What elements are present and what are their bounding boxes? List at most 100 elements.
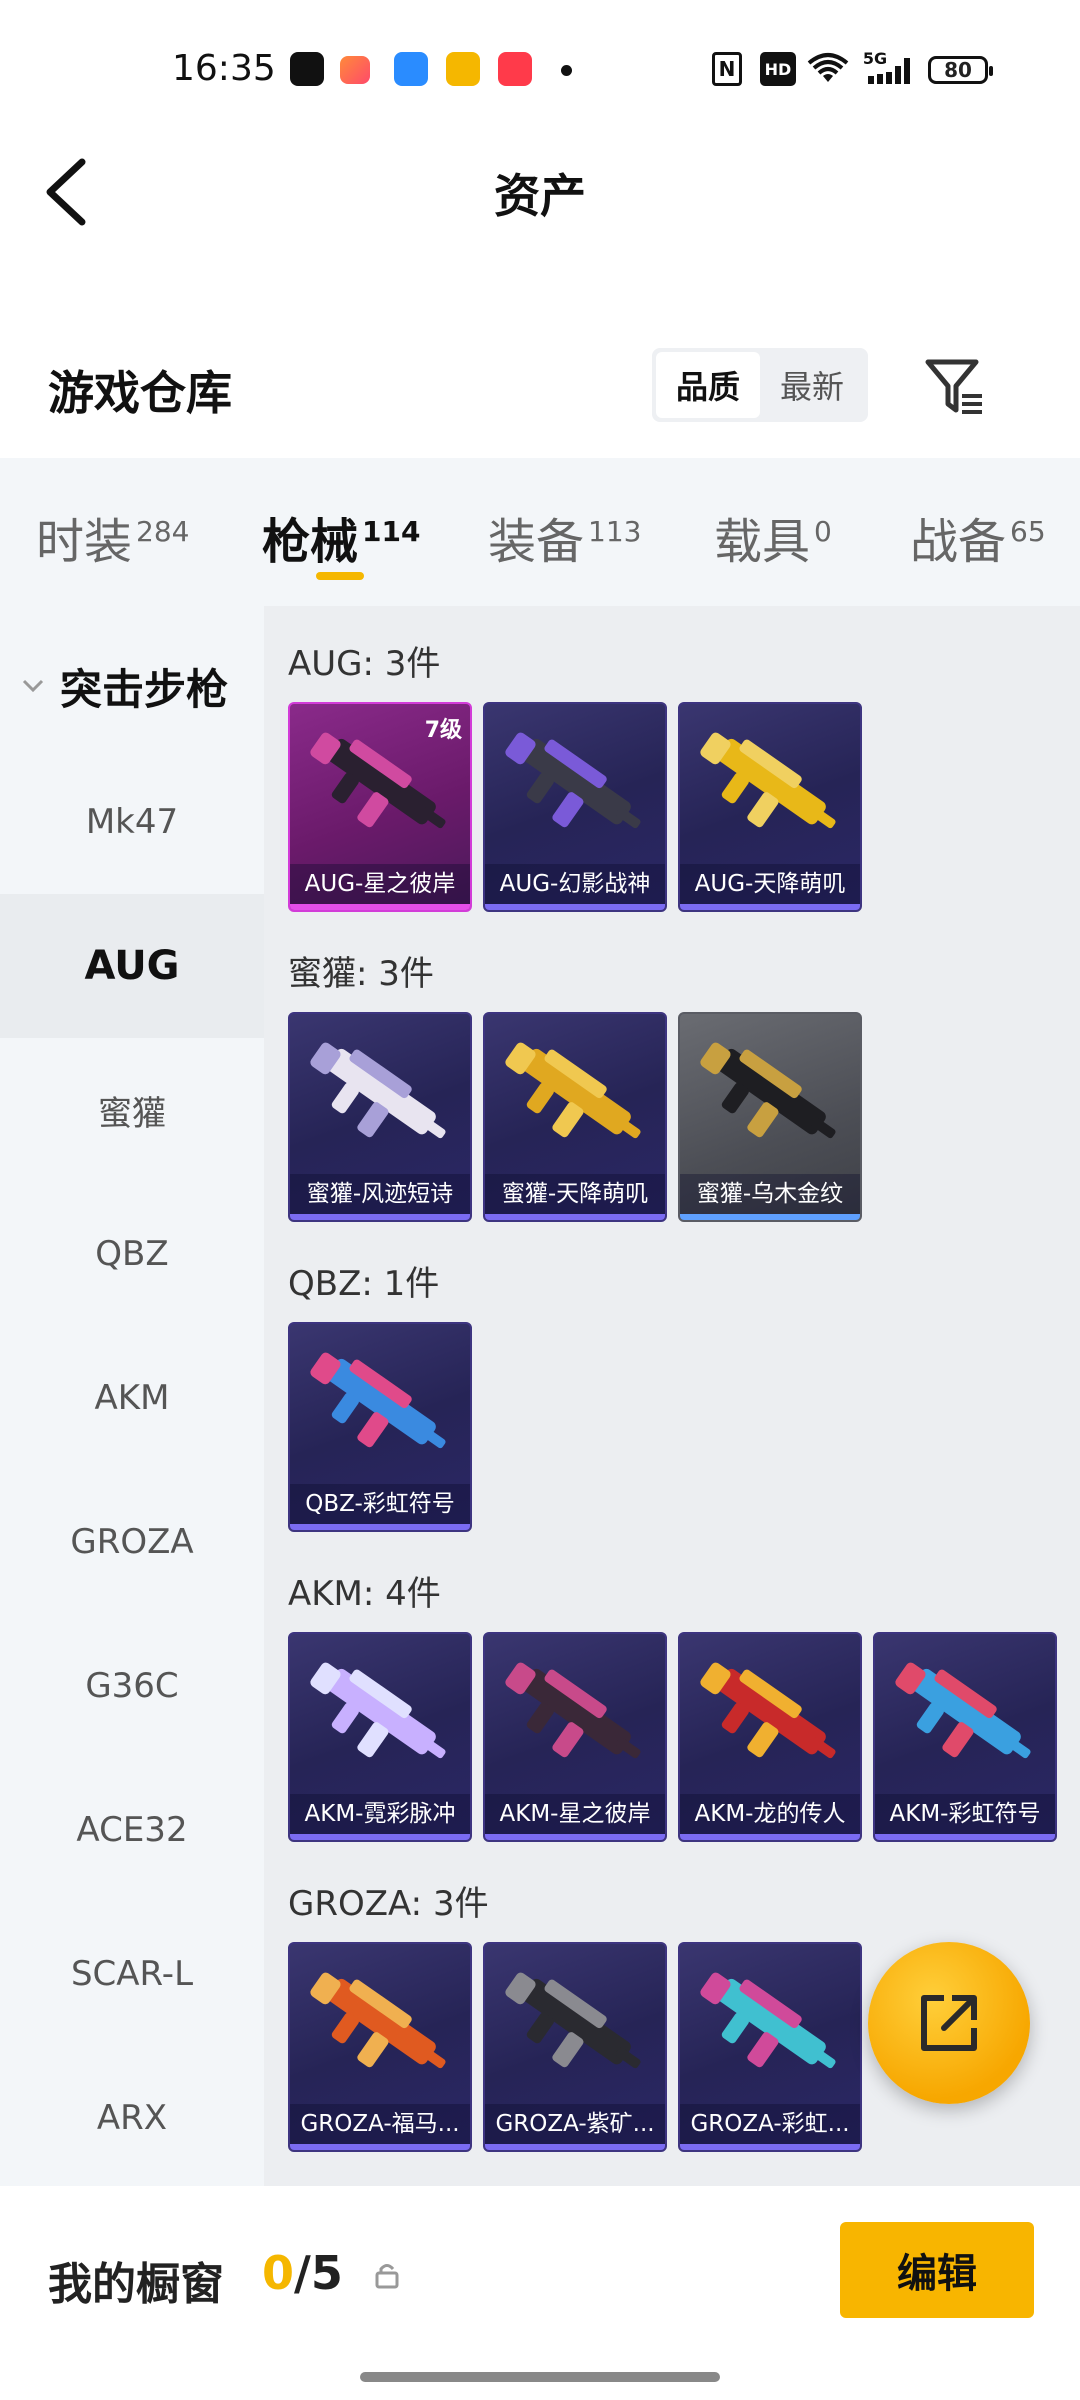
lock-icon: [375, 2264, 399, 2289]
weapon-skin-image: [310, 1972, 446, 2069]
weapon-skin-card[interactable]: AKM-彩虹符号: [873, 1632, 1057, 1842]
status-time: 16:35: [172, 48, 276, 89]
sidebar-item-ace32[interactable]: ACE32: [0, 1758, 264, 1902]
tiktok-notification-icon: [290, 52, 324, 86]
share-icon: [921, 1995, 977, 2051]
rarity-stripe: [680, 1834, 860, 1840]
rarity-stripe: [485, 1214, 665, 1220]
weapon-skin-card[interactable]: GROZA-紫矿...: [483, 1942, 667, 2152]
sidebar-item-arx[interactable]: ARX: [0, 2046, 264, 2190]
rarity-stripe: [290, 1524, 470, 1530]
weapon-skin-card[interactable]: AKM-霓彩脉冲: [288, 1632, 472, 1842]
sidebar-item-akm[interactable]: AKM: [0, 1326, 264, 1470]
weapon-skin-card[interactable]: AUG-天降萌叽: [678, 702, 862, 912]
showcase-count: 0/5: [262, 2246, 343, 2300]
weapon-skin-label: AKM-霓彩脉冲: [290, 1794, 470, 1834]
weapon-skin-label: 蜜獾-乌木金纹: [680, 1174, 860, 1214]
rarity-stripe: [680, 904, 860, 910]
weapon-skin-image: [700, 1662, 836, 1759]
weapon-skin-card[interactable]: GROZA-福马...: [288, 1942, 472, 2152]
page-title: 资产: [494, 169, 586, 223]
weapon-skin-image: [310, 1042, 446, 1139]
nfc-icon: N: [712, 52, 742, 86]
sidebar-item-aug[interactable]: AUG: [0, 894, 264, 1038]
rarity-stripe: [290, 2144, 470, 2150]
weapon-skin-label: AKM-彩虹符号: [875, 1794, 1055, 1834]
rarity-stripe: [485, 904, 665, 910]
weapon-skin-image: [700, 1042, 836, 1139]
rarity-stripe: [680, 2144, 860, 2150]
weapon-skin-card[interactable]: GROZA-彩虹...: [678, 1942, 862, 2152]
chevron-down-icon: [22, 679, 44, 693]
sidebar-item-honeybadger[interactable]: 蜜獾: [0, 1038, 264, 1182]
wifi-icon: [806, 52, 850, 86]
weapon-skin-label: AUG-天降萌叽: [680, 864, 860, 904]
weapon-skin-image: [505, 1972, 641, 2069]
sidebar-category-label: 突击步枪: [60, 664, 229, 714]
weapon-skin-label: 蜜獾-天降萌叽: [485, 1174, 665, 1214]
sort-option-newest[interactable]: 最新: [760, 352, 864, 418]
warehouse-title: 游戏仓库: [48, 366, 232, 420]
edit-button[interactable]: 编辑: [840, 2222, 1034, 2318]
weapon-skin-card[interactable]: 7级 AUG-星之彼岸: [288, 702, 472, 912]
rarity-stripe: [290, 904, 470, 910]
weapon-skin-image: [895, 1662, 1031, 1759]
weapon-skin-label: AKM-龙的传人: [680, 1794, 860, 1834]
rarity-stripe: [290, 1214, 470, 1220]
tab-vehicles[interactable]: 载具 0: [714, 502, 832, 572]
active-tab-indicator: [316, 572, 364, 580]
filter-icon[interactable]: [922, 356, 986, 416]
weapon-skin-image: [505, 732, 641, 829]
sort-toggle: 品质 最新: [652, 348, 868, 422]
sidebar-item-mk47[interactable]: Mk47: [0, 750, 264, 894]
tab-outfits[interactable]: 时装 284: [36, 502, 189, 572]
weapon-skin-label: GROZA-紫矿...: [485, 2104, 665, 2144]
sidebar-item-qbz[interactable]: QBZ: [0, 1182, 264, 1326]
weapon-skin-label: AUG-幻影战神: [485, 864, 665, 904]
home-indicator[interactable]: [360, 2372, 720, 2382]
group-title: AUG: 3件: [288, 644, 441, 684]
group-title: AKM: 4件: [288, 1574, 441, 1614]
skin-level-badge: 7级: [424, 718, 462, 743]
group-title: GROZA: 3件: [288, 1884, 489, 1924]
weapon-skin-image: [700, 1972, 836, 2069]
weapon-skin-card[interactable]: AKM-星之彼岸: [483, 1632, 667, 1842]
weapon-skin-card[interactable]: AUG-幻影战神: [483, 702, 667, 912]
weapon-skin-label: AKM-星之彼岸: [485, 1794, 665, 1834]
app-notification-icon-2: [394, 52, 428, 86]
app-notification-icon-3: [446, 52, 480, 86]
more-notifications-dot: [561, 65, 572, 76]
sidebar-category-header[interactable]: 突击步枪: [0, 646, 264, 726]
tab-supplies[interactable]: 战备 65: [910, 502, 1046, 572]
signal-icon: [864, 52, 914, 86]
tab-equipment[interactable]: 装备 113: [488, 502, 641, 572]
sidebar-item-g36c[interactable]: G36C: [0, 1614, 264, 1758]
rarity-stripe: [485, 2144, 665, 2150]
weapon-skin-label: 蜜獾-风迹短诗: [290, 1174, 470, 1214]
weapon-skin-label: GROZA-福马...: [290, 2104, 470, 2144]
showcase-label: 我的橱窗: [48, 2259, 224, 2310]
weapon-skin-image: [505, 1042, 641, 1139]
share-button[interactable]: [868, 1942, 1030, 2104]
group-title: 蜜獾: 3件: [288, 954, 434, 994]
weapon-skin-card[interactable]: 蜜獾-风迹短诗: [288, 1012, 472, 1222]
weapon-skin-card[interactable]: 蜜獾-乌木金纹: [678, 1012, 862, 1222]
weapon-skin-image: [700, 732, 836, 829]
weapon-skin-card[interactable]: 蜜獾-天降萌叽: [483, 1012, 667, 1222]
rarity-stripe: [875, 1834, 1055, 1840]
showcase-bar: 我的橱窗 0/5 编辑: [0, 2186, 1080, 2400]
tab-weapons[interactable]: 枪械 114: [262, 502, 420, 572]
category-tabs: 时装 284 枪械 114 装备 113 载具 0 战备 65: [0, 458, 1080, 606]
weapon-skin-card[interactable]: AKM-龙的传人: [678, 1632, 862, 1842]
status-bar: 16:35 N HD 5G 80: [0, 0, 1080, 140]
sidebar-item-groza[interactable]: GROZA: [0, 1470, 264, 1614]
weapon-skin-label: QBZ-彩虹符号: [290, 1484, 470, 1524]
sidebar-item-scar-l[interactable]: SCAR-L: [0, 1902, 264, 2046]
battery-icon: 80: [928, 56, 993, 84]
rarity-stripe: [485, 1834, 665, 1840]
sort-option-quality[interactable]: 品质: [656, 352, 760, 418]
rarity-stripe: [290, 1834, 470, 1840]
group-title: QBZ: 1件: [288, 1264, 440, 1304]
app-notification-icon: [340, 56, 370, 84]
weapon-skin-card[interactable]: QBZ-彩虹符号: [288, 1322, 472, 1532]
